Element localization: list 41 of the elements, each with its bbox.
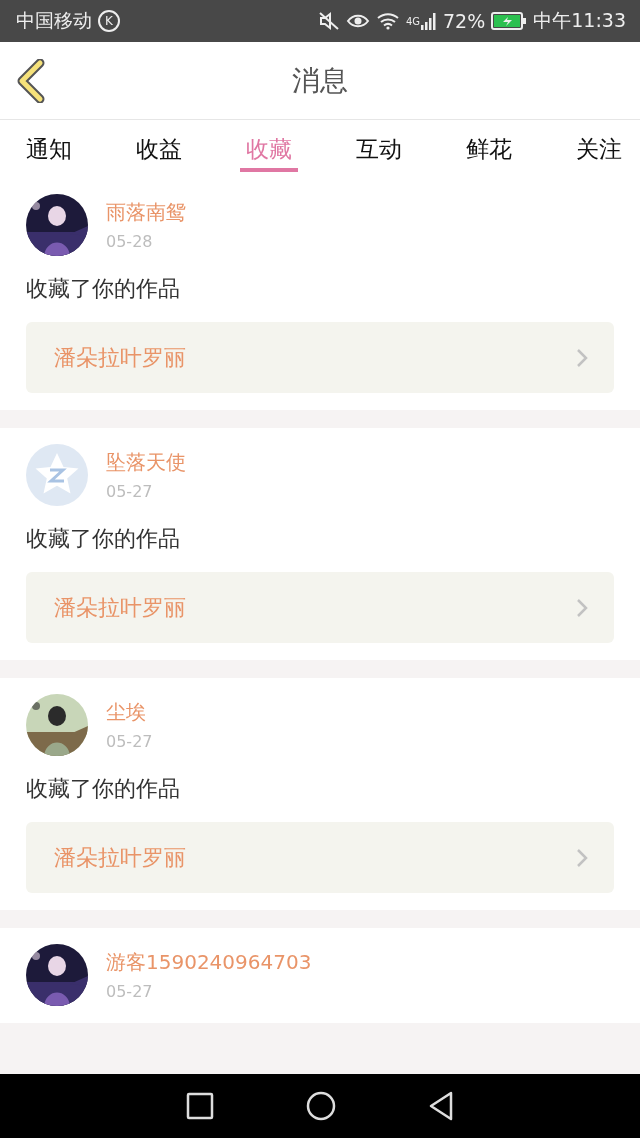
battery-percent: 72% bbox=[443, 10, 486, 32]
back-nav-button[interactable] bbox=[428, 1091, 454, 1121]
tab[interactable]: 收藏 bbox=[240, 120, 298, 172]
message-date: 05-28 bbox=[106, 232, 154, 251]
work-title: 潘朵拉叶罗丽 bbox=[54, 843, 186, 872]
work-link-card[interactable]: 潘朵拉叶罗丽 bbox=[26, 822, 614, 893]
message-date: 05-27 bbox=[106, 732, 153, 751]
work-title: 潘朵拉叶罗丽 bbox=[54, 593, 186, 622]
signal-icon bbox=[421, 12, 437, 30]
message-text: 收藏了你的作品 bbox=[26, 525, 181, 553]
mute-icon bbox=[317, 11, 340, 31]
chevron-right-icon bbox=[576, 597, 588, 618]
chevron-right-icon bbox=[576, 347, 588, 368]
work-title: 潘朵拉叶罗丽 bbox=[54, 343, 186, 372]
message-date: 05-27 bbox=[106, 982, 154, 1001]
tab[interactable]: 收益 bbox=[130, 120, 188, 172]
tab[interactable]: 互动 bbox=[350, 120, 408, 172]
network-type: 4G bbox=[405, 16, 420, 27]
clock: 中午11:33 bbox=[533, 8, 626, 33]
tab[interactable]: 通知 bbox=[20, 120, 78, 172]
user-name[interactable]: 游客1590240964703 bbox=[106, 949, 312, 976]
user-name[interactable]: 坠落天使 bbox=[106, 449, 186, 476]
work-link-card[interactable]: 潘朵拉叶罗丽 bbox=[26, 572, 614, 643]
tab[interactable]: 鲜花 bbox=[460, 120, 518, 172]
default-avatar-icon bbox=[26, 444, 88, 506]
battery-icon bbox=[491, 12, 528, 30]
recent-apps-button[interactable] bbox=[186, 1092, 214, 1120]
carrier-name: 中国移动 bbox=[16, 8, 92, 33]
wifi-icon bbox=[375, 12, 400, 30]
user-name[interactable]: 雨落南鸳 bbox=[106, 199, 186, 226]
home-button[interactable] bbox=[306, 1091, 336, 1121]
message-text: 收藏了你的作品 bbox=[26, 775, 181, 803]
carrier-badge: K bbox=[98, 10, 120, 32]
work-link-card[interactable]: 潘朵拉叶罗丽 bbox=[26, 322, 614, 393]
message-date: 05-27 bbox=[106, 482, 154, 501]
eye-icon bbox=[345, 12, 370, 30]
chevron-right-icon bbox=[576, 847, 588, 868]
user-name[interactable]: 尘埃 bbox=[106, 699, 153, 726]
tab[interactable]: 关注 bbox=[570, 120, 628, 172]
page-title: 消息 bbox=[292, 62, 348, 99]
message-text: 收藏了你的作品 bbox=[26, 275, 181, 303]
